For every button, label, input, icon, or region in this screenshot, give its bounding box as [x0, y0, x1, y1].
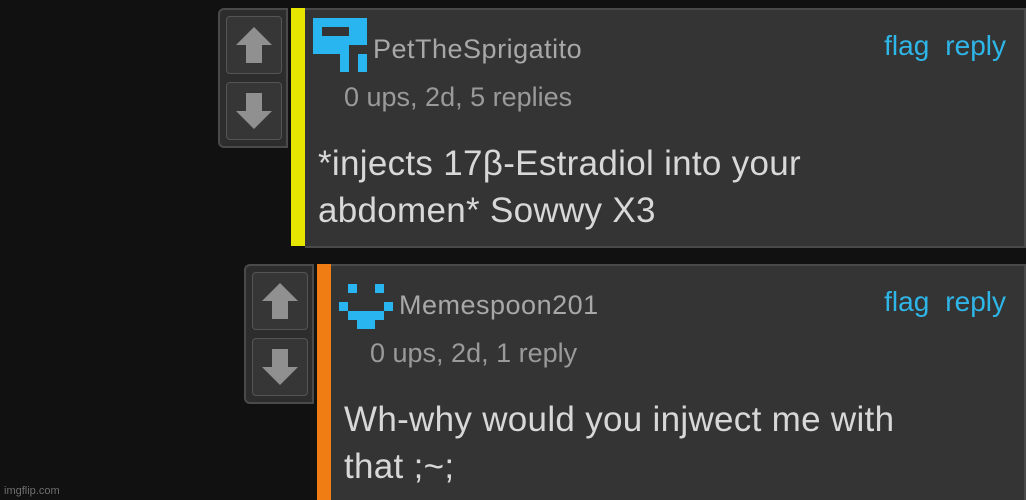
arrow-down-icon [262, 349, 298, 385]
comment-actions: flag reply [884, 286, 1006, 318]
comment-body: Wh-why would you injwect me with that ;~… [344, 396, 894, 490]
comment-body-line: Wh-why would you injwect me with [344, 400, 895, 439]
comment-username[interactable]: Memespoon201 [399, 290, 599, 321]
vote-box [244, 264, 314, 404]
comment: PetTheSprigatito flag reply 0 ups, 2d, 5… [218, 8, 1026, 248]
upvote-button[interactable] [226, 16, 282, 74]
comment-body-line: *injects 17β-Estradiol into your [318, 144, 802, 183]
arrow-up-icon [262, 283, 298, 319]
upvote-button[interactable] [252, 272, 308, 330]
vote-box [218, 8, 288, 148]
comment-body-line: that ;~; [344, 447, 455, 486]
user-avatar-icon [339, 284, 393, 329]
comment-actions: flag reply [884, 30, 1006, 62]
user-avatar-icon [313, 18, 367, 72]
comment-panel: PetTheSprigatito flag reply 0 ups, 2d, 5… [305, 8, 1026, 248]
comment-depth-stripe [317, 264, 331, 500]
reply-link[interactable]: reply [945, 286, 1006, 318]
watermark: imgflip.com [4, 485, 60, 497]
comment-depth-stripe [291, 8, 305, 246]
downvote-button[interactable] [226, 82, 282, 140]
comment-meta: 0 ups, 2d, 5 replies [344, 82, 573, 112]
flag-link[interactable]: flag [884, 286, 929, 318]
comment-panel: Memespoon201 flag reply 0 ups, 2d, 1 rep… [331, 264, 1026, 500]
comment-body: *injects 17β-Estradiol into your abdomen… [318, 140, 801, 234]
comment-meta: 0 ups, 2d, 1 reply [370, 338, 578, 368]
reply-link[interactable]: reply [945, 30, 1006, 62]
comment: Memespoon201 flag reply 0 ups, 2d, 1 rep… [244, 264, 1026, 500]
comment-body-line: abdomen* Sowwy X3 [318, 191, 656, 230]
comment-username[interactable]: PetTheSprigatito [373, 34, 582, 65]
flag-link[interactable]: flag [884, 30, 929, 62]
arrow-down-icon [236, 93, 272, 129]
downvote-button[interactable] [252, 338, 308, 396]
arrow-up-icon [236, 27, 272, 63]
